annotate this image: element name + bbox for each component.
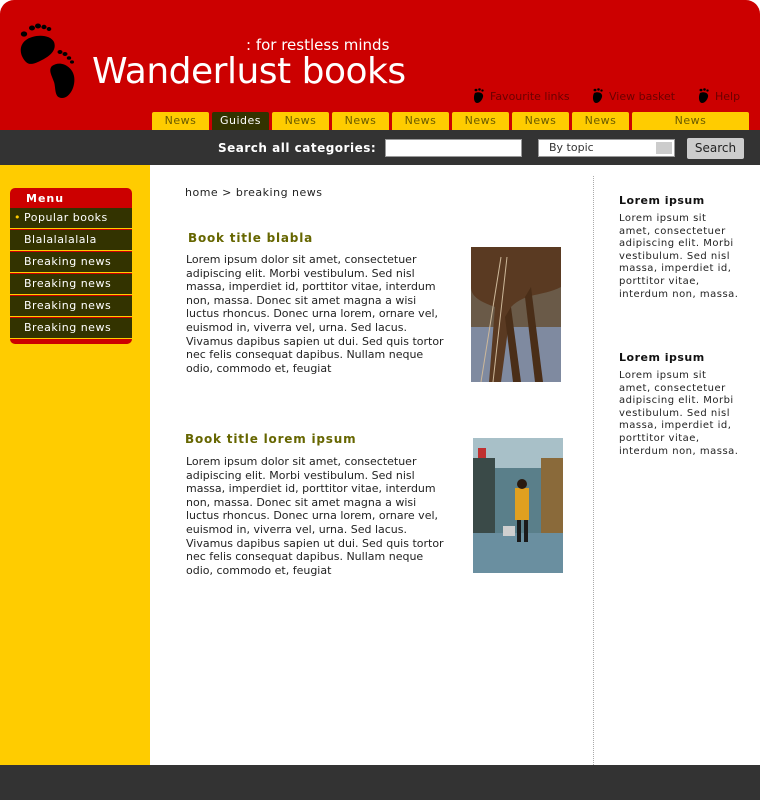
article-title[interactable]: Book title blabla (188, 231, 313, 245)
main-nav-tabs: News Guides News News News News News New… (152, 112, 749, 130)
dropdown-arrow-icon[interactable] (656, 142, 672, 154)
site-title[interactable]: Wanderlust books (92, 50, 406, 94)
camel-legs-photo[interactable] (471, 247, 561, 382)
topic-select[interactable]: By topic (538, 139, 675, 157)
article-1: Book title blabla Lorem ipsum dolor sit … (150, 225, 593, 385)
search-button[interactable]: Search (687, 138, 744, 159)
article-body: Lorem ipsum dolor sit amet, consectetuer… (186, 455, 444, 577)
right-block-title: Lorem ipsum (619, 351, 705, 364)
right-block-text: Lorem ipsum sit amet, consectetuer adipi… (619, 370, 739, 457)
right-block-1: Lorem ipsum Lorem ipsum sit amet, consec… (619, 194, 739, 301)
help-label: Help (715, 89, 741, 103)
search-bar: Search all categories: By topic Search (0, 130, 760, 165)
right-block-2: Lorem ipsum Lorem ipsum sit amet, consec… (619, 351, 739, 458)
tab-news-7[interactable]: News (572, 112, 629, 130)
tab-news-5[interactable]: News (452, 112, 509, 130)
right-column: Lorem ipsum Lorem ipsum sit amet, consec… (594, 165, 760, 765)
favourite-links-label: Favourite links (490, 89, 570, 103)
search-input[interactable] (385, 139, 522, 157)
tab-guides[interactable]: Guides (212, 112, 269, 130)
menu-list: Popular books Blalalalalala Breaking new… (10, 208, 132, 340)
header: : for restless minds Wanderlust books Fa… (0, 0, 760, 130)
menu-item-breaking-news-4[interactable]: Breaking news (10, 318, 132, 339)
search-label: Search all categories: (218, 141, 377, 155)
menu-title: Menu (26, 192, 65, 205)
market-street-photo[interactable] (473, 438, 563, 573)
tab-news-6[interactable]: News (512, 112, 569, 130)
footprint-icon (473, 88, 484, 103)
view-basket-link[interactable]: View basket (591, 88, 675, 104)
footprints-logo-icon[interactable] (12, 22, 78, 100)
menu-item-breaking-news-2[interactable]: Breaking news (10, 274, 132, 295)
menu-box: Menu Popular books Blalalalalala Breakin… (10, 188, 132, 344)
article-body: Lorem ipsum dolor sit amet, consectetuer… (186, 253, 444, 375)
tab-news-3[interactable]: News (332, 112, 389, 130)
breadcrumb[interactable]: home > breaking news (185, 186, 323, 199)
footer (0, 765, 760, 800)
left-sidebar: Menu Popular books Blalalalalala Breakin… (0, 165, 150, 765)
article-title[interactable]: Book title lorem ipsum (185, 432, 356, 446)
menu-item-blalalalalala[interactable]: Blalalalalala (10, 230, 132, 251)
help-link[interactable]: Help (697, 88, 740, 104)
menu-item-popular-books[interactable]: Popular books (10, 208, 132, 229)
tab-news-8[interactable]: News (632, 112, 749, 130)
tab-news-4[interactable]: News (392, 112, 449, 130)
menu-item-breaking-news-3[interactable]: Breaking news (10, 296, 132, 317)
right-block-text: Lorem ipsum sit amet, consectetuer adipi… (619, 213, 739, 300)
article-2: Book title lorem ipsum Lorem ipsum dolor… (150, 427, 593, 587)
right-block-title: Lorem ipsum (619, 194, 705, 207)
favourite-links-link[interactable]: Favourite links (472, 88, 570, 104)
tab-news-1[interactable]: News (152, 112, 209, 130)
tab-news-2[interactable]: News (272, 112, 329, 130)
main-content: home > breaking news Book title blabla L… (150, 165, 593, 765)
footprint-icon (592, 88, 603, 103)
topic-select-value: By topic (549, 141, 594, 154)
view-basket-label: View basket (609, 89, 676, 103)
menu-item-breaking-news-1[interactable]: Breaking news (10, 252, 132, 273)
footprint-icon (698, 88, 709, 103)
